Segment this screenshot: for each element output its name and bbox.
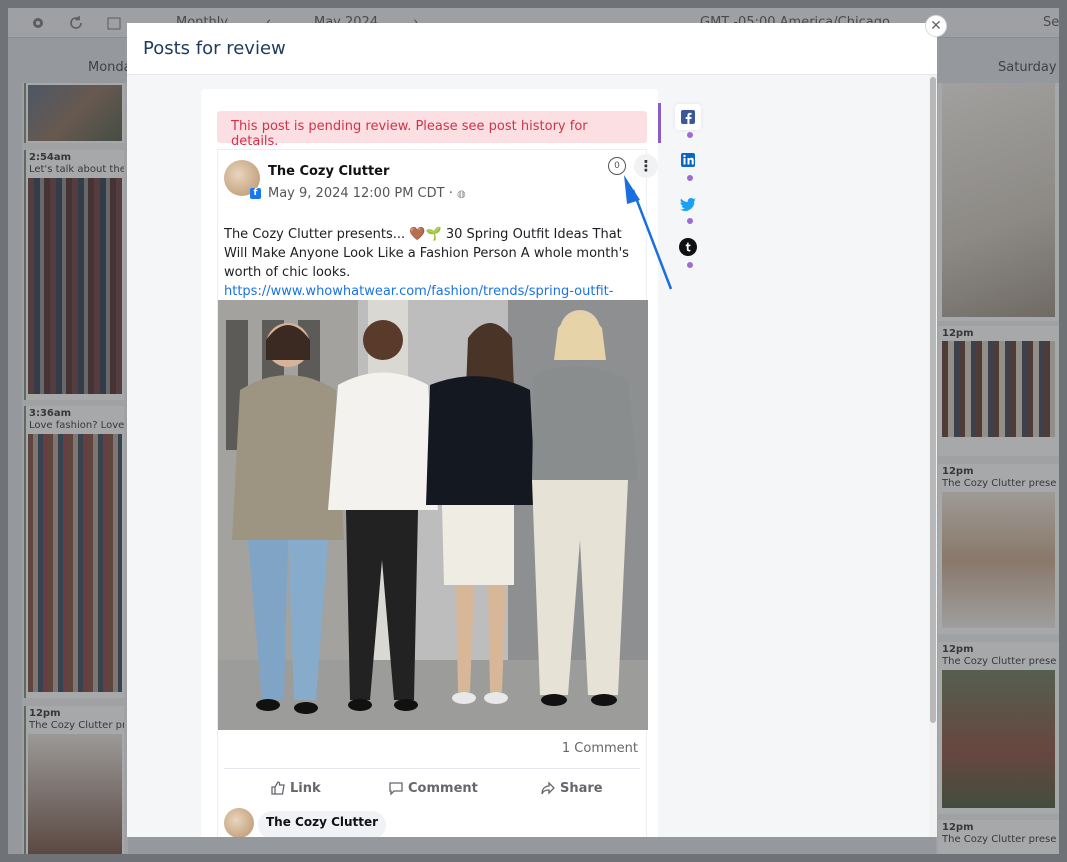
close-icon[interactable]: ✕	[925, 15, 947, 37]
post-body: The Cozy Clutter presents... 🤎🌱 30 Sprin…	[224, 227, 629, 280]
comments-count-link[interactable]: 1 Comment	[562, 741, 638, 756]
facebook-icon	[681, 110, 695, 124]
share-icon	[541, 781, 555, 795]
globe-icon: ◍	[456, 189, 466, 200]
modal-body: This post is pending review. Please see …	[127, 75, 937, 837]
comment-count-icon[interactable]: 0	[608, 157, 626, 175]
network-linkedin[interactable]	[675, 147, 701, 173]
network-status-dot	[687, 132, 693, 138]
share-label: Share	[560, 780, 603, 796]
comment-bubble: The Cozy Clutter	[258, 811, 387, 837]
post-date: May 9, 2024 12:00 PM CDT · ◍	[268, 186, 466, 201]
linkedin-icon	[681, 153, 695, 167]
modal-header: Posts for review	[127, 23, 937, 75]
scrollbar-thumb[interactable]	[930, 77, 936, 723]
network-tumblr[interactable]	[675, 234, 701, 260]
post-date-text: May 9, 2024 12:00 PM CDT ·	[268, 186, 457, 201]
comment-button[interactable]: Comment	[388, 780, 478, 796]
like-button[interactable]: Link	[270, 780, 321, 796]
network-twitter[interactable]	[675, 191, 701, 217]
active-network-indicator	[658, 103, 661, 143]
more-options-button[interactable]: ⋮	[634, 154, 658, 178]
network-status-dot	[687, 262, 693, 268]
thumbs-up-icon	[271, 781, 285, 795]
network-facebook[interactable]	[675, 104, 701, 130]
actions-divider	[224, 768, 640, 769]
pending-review-notice: This post is pending review. Please see …	[217, 111, 647, 149]
like-label: Link	[290, 780, 321, 796]
review-modal: Posts for review This post is pending re…	[127, 23, 937, 837]
comment-label: Comment	[408, 780, 478, 796]
post-image	[218, 300, 648, 730]
share-button[interactable]: Share	[540, 780, 603, 796]
network-status-dot	[687, 175, 693, 181]
post-preview-panel: This post is pending review. Please see …	[201, 89, 658, 837]
facebook-post-preview: f The Cozy Clutter May 9, 2024 12:00 PM …	[217, 149, 658, 837]
commenter-avatar	[224, 808, 254, 837]
twitter-icon	[680, 197, 696, 211]
network-status-dot	[687, 218, 693, 224]
page-name: The Cozy Clutter	[268, 164, 390, 179]
modal-title: Posts for review	[143, 38, 286, 59]
facebook-badge-icon: f	[250, 188, 261, 199]
modal-scrollbar[interactable]	[929, 75, 937, 837]
comment-icon	[389, 782, 403, 796]
tumblr-icon	[679, 238, 697, 256]
